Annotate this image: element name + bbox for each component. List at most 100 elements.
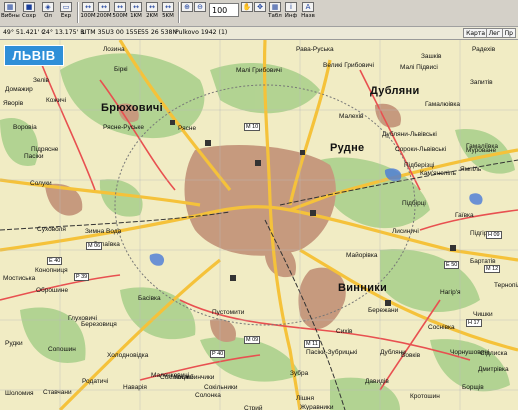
- map-place-label: Родатичі: [82, 378, 109, 385]
- zoom-combobox[interactable]: 100: [209, 3, 239, 17]
- map-place-label: Коцюбинчики: [174, 374, 215, 381]
- map-place-label: Басівка: [138, 295, 161, 302]
- toolbar-button-7[interactable]: ↔ 1KM: [128, 2, 144, 22]
- map-place-label: Сокільники: [204, 384, 238, 391]
- map-place-label: Ямпіль: [460, 166, 482, 173]
- road-number-label: M 09: [244, 336, 261, 344]
- map-place-label: Наварія: [123, 384, 147, 391]
- road-number-label: H 09: [486, 231, 502, 239]
- map-place-label: Рудне: [330, 142, 365, 154]
- toolbar-right-button-1[interactable]: i Инф: [284, 2, 298, 22]
- northing-value: 55 26 538N: [141, 29, 178, 36]
- map-place-label: Підберізці: [404, 162, 435, 169]
- map-place-label: Суховоля: [37, 226, 66, 233]
- map-place-label: Холодновідка: [107, 352, 149, 359]
- toolbar-button-9[interactable]: ↔ 5KM: [160, 2, 176, 22]
- map-place-label: Домажир: [5, 86, 33, 93]
- save-icon: ■: [23, 2, 35, 12]
- map-place-label: Пустомити: [212, 309, 245, 316]
- toolbar-button-8[interactable]: ↔ 2KM: [144, 2, 160, 22]
- map-place-label: Оброшине: [36, 287, 69, 294]
- map-place-label: Конопниця: [35, 267, 68, 274]
- map-place-label: Рава-Руська: [296, 46, 334, 53]
- map-place-label: Гамаліївка: [466, 143, 498, 150]
- zoom-in-button[interactable]: ⊕: [181, 2, 193, 22]
- map-place-label: Глуховичі: [68, 315, 97, 322]
- hand-icon: ✋: [241, 2, 253, 12]
- map-place-label: Мостиська: [3, 275, 36, 282]
- road-number-label: H 17: [466, 319, 482, 327]
- map-place-label: Зашків: [421, 53, 442, 60]
- map-place-label: Гаївка: [455, 212, 474, 219]
- road-number-label: P 40: [210, 350, 226, 358]
- arrows-button[interactable]: ✥: [254, 2, 266, 22]
- map-place-label: Рудки: [5, 340, 23, 347]
- toolbar-button-3[interactable]: ▭ Екр: [57, 2, 75, 22]
- map-place-label: Солуки: [30, 180, 52, 187]
- road-number-label: E 50: [444, 261, 460, 269]
- toolbar-button-4[interactable]: ↔ 100M: [80, 2, 96, 22]
- pan-button[interactable]: ✋: [241, 2, 253, 22]
- easting-value: 3 00 155E: [110, 29, 142, 36]
- map-place-label: Нагір'я: [440, 289, 461, 296]
- map-place-label: Бережани: [368, 307, 399, 314]
- toolbar-button-6[interactable]: ↔ 500M: [112, 2, 128, 22]
- map-place-label: Лисиничі: [392, 228, 419, 235]
- status-bar: 49° 51.421' C 24° 13.175' B UTM 35U 3 00…: [0, 27, 518, 40]
- toolbar-right-button-0[interactable]: ▦ Табл: [268, 2, 282, 22]
- map-place-label: Зубра: [290, 370, 309, 377]
- map-place-label: Солонка: [195, 392, 221, 399]
- tab-print[interactable]: Пр: [501, 28, 516, 38]
- road-number-label: M 06: [86, 242, 103, 250]
- scale-icon: ↔: [98, 2, 110, 12]
- map-place-label: Давидів: [365, 378, 389, 385]
- map-place-label: Рясне-Руське: [103, 124, 144, 131]
- zoom-out-button[interactable]: ⊖: [194, 2, 206, 22]
- scale-icon: ↔: [130, 2, 142, 12]
- layer-icon: ◈: [42, 2, 54, 12]
- map-place-label: Дубляни-Львівські: [382, 131, 437, 138]
- map-place-label: Чорнушовичі: [450, 349, 490, 356]
- map-place-label: Чишки: [473, 311, 493, 318]
- map-place-label: Винники: [338, 282, 388, 294]
- arrows-icon: ✥: [254, 2, 266, 12]
- map-place-label: Лозина: [103, 46, 125, 53]
- map-place-label: Стрий: [244, 405, 263, 410]
- longitude-value: 24° 13.175' B: [42, 29, 85, 36]
- toolbar-right-button-2[interactable]: A Назв: [300, 2, 316, 22]
- map-place-label: Дубляни: [370, 85, 420, 97]
- scale-icon: ↔: [162, 2, 174, 12]
- road-number-label: E 40: [47, 257, 63, 265]
- text-icon: A: [302, 2, 314, 12]
- toolbar-separator: [77, 2, 79, 23]
- toolbar-button-2[interactable]: ◈ Ол: [39, 2, 57, 22]
- road-number-label: M 12: [484, 265, 501, 273]
- map-title: ЛЬВІВ: [4, 45, 64, 66]
- map-canvas[interactable]: Лозина Рава-Руська Радехів Зашків Запитів Вел…: [0, 40, 518, 410]
- map-place-label: Шоломия: [5, 390, 34, 397]
- toolbar-separator: [178, 2, 180, 23]
- toolbar-button-1[interactable]: ■ Сохр: [19, 2, 39, 22]
- magnifier-minus-icon: ⊖: [194, 2, 206, 12]
- utm-zone: UTM 35U: [82, 29, 111, 36]
- map-place-label: Сороки-Львівські: [395, 146, 447, 153]
- map-place-label: Гамалюівка: [425, 101, 461, 108]
- tab-map[interactable]: Карта: [463, 28, 488, 38]
- toolbar-button-5[interactable]: ↔ 200M: [96, 2, 112, 22]
- map-place-label: Малі Підвисі: [400, 64, 438, 71]
- info-icon: i: [285, 2, 297, 12]
- map-place-label: Запитів: [470, 79, 493, 86]
- toolbar-button-0[interactable]: ▦ Вибны: [1, 2, 20, 22]
- map-place-label: Зимна Вода: [85, 228, 122, 235]
- road-number-label: M 11: [304, 340, 320, 348]
- scale-icon: ↔: [146, 2, 158, 12]
- map-place-label: Біркі: [114, 66, 128, 73]
- road-number-label: M 10: [244, 123, 261, 131]
- map-place-label: Березовиця: [81, 321, 117, 328]
- scale-icon: ↔: [82, 2, 94, 12]
- map-svg: [0, 40, 518, 410]
- tab-legend[interactable]: Лег: [485, 28, 503, 38]
- map-place-label: Борщів: [462, 384, 484, 391]
- map-place-label: Підрясне: [31, 146, 59, 153]
- magnifier-plus-icon: ⊕: [181, 2, 193, 12]
